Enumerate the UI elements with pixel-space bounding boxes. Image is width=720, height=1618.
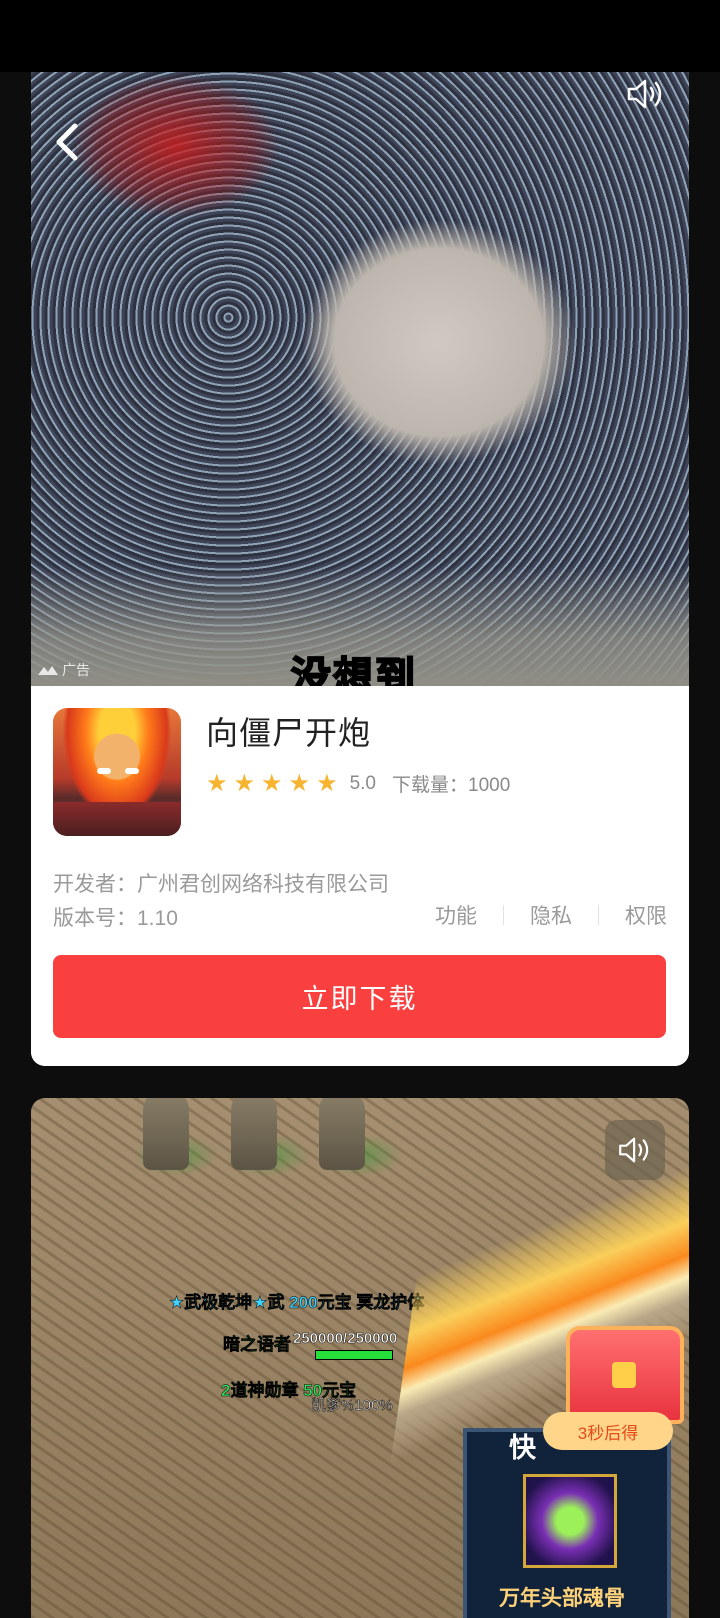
app-name: 向僵尸开炮 — [206, 715, 372, 751]
treasure-chest-icon[interactable] — [566, 1326, 684, 1424]
game-text-hp: 250000/250000 — [293, 1330, 398, 1348]
quick-panel-title: 快 — [509, 1433, 536, 1463]
chevron-left-icon — [56, 123, 78, 161]
scarecrow-unit — [143, 1098, 189, 1170]
ad-network-icon — [38, 666, 58, 675]
status-bar — [0, 0, 720, 72]
scarecrow-unit — [319, 1098, 365, 1170]
download-count: 下载量：1000 — [392, 775, 511, 796]
developer-info: 开发者：广州君创网络科技有限公司 — [53, 873, 389, 896]
version-info: 版本号：1.10 — [53, 907, 178, 930]
hp-bar — [315, 1350, 393, 1360]
ad-label-text: 广告 — [62, 662, 90, 678]
link-permissions[interactable]: 权限 — [625, 900, 667, 930]
icon-detail — [125, 768, 139, 774]
game-text-title: ★武极乾坤★武 200元宝 冥龙护体 — [169, 1293, 425, 1313]
star-icon: ★ — [206, 769, 228, 797]
game-text-name: 暗之语者 — [223, 1335, 292, 1355]
link-privacy[interactable]: 隐私 — [530, 900, 572, 930]
volume-button[interactable] — [623, 76, 669, 112]
quick-reward-panel: 快 万年头部魂骨 — [463, 1428, 671, 1618]
reward-timer-badge[interactable]: 3秒后得 — [543, 1412, 673, 1450]
speaker-icon — [627, 79, 662, 109]
app-icon — [53, 708, 181, 836]
divider — [503, 905, 504, 925]
star-icon: ★ — [261, 769, 283, 797]
divider — [598, 905, 599, 925]
ad-label: 广告 — [37, 660, 90, 680]
volume-button-2[interactable] — [605, 1120, 665, 1180]
chest-lock — [612, 1362, 636, 1388]
star-icon: ★ — [233, 769, 256, 797]
ad-video[interactable]: 没想到 广告 — [31, 72, 689, 700]
ad-card-1: 没想到 广告 向僵尸开炮 ★ ★ ★ ★ ★ 5.0 下载量：1000 开发者：… — [31, 72, 689, 1066]
scarecrow-units — [143, 1098, 365, 1170]
app-info-panel: 向僵尸开炮 ★ ★ ★ ★ ★ 5.0 下载量：1000 开发者：广州君创网络科… — [31, 686, 689, 1066]
quick-item-name: 万年头部魂骨 — [499, 1587, 625, 1610]
ad-card-2[interactable]: ★武极乾坤★武 200元宝 冥龙护体 暗之语者 250000/250000 2道… — [31, 1098, 689, 1618]
rating-value: 5.0 — [349, 772, 376, 794]
hp-bar-fill — [316, 1351, 392, 1359]
back-button[interactable] — [49, 120, 89, 164]
star-icon: ★ — [288, 769, 311, 797]
skull-item-icon — [523, 1474, 617, 1568]
scarecrow-unit — [231, 1098, 277, 1170]
icon-detail — [53, 802, 181, 836]
game-text-bonus: 凯爹%100% — [311, 1397, 393, 1415]
download-button[interactable]: 立即下载 — [53, 955, 666, 1038]
icon-detail — [97, 768, 111, 774]
star-icon: ★ — [316, 769, 338, 797]
rating-row: ★ ★ ★ ★ ★ 5.0 下载量：1000 — [206, 770, 510, 797]
app-links: 功能 隐私 权限 — [435, 900, 667, 930]
speaker-icon — [619, 1137, 649, 1163]
link-features[interactable]: 功能 — [435, 900, 477, 930]
